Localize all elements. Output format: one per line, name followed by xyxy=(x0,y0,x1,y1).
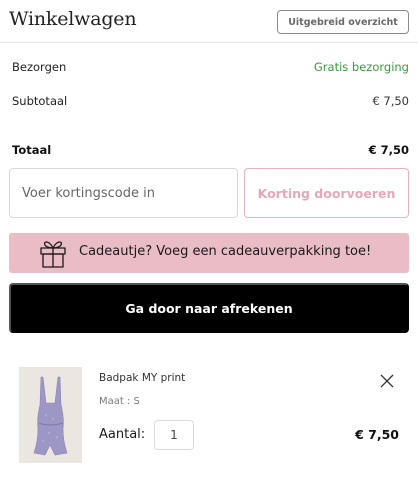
extended-overview-button[interactable]: Uitgebreid overzicht xyxy=(277,10,409,34)
delivery-label: Bezorgen xyxy=(12,60,67,74)
item-price: € 7,50 xyxy=(355,427,399,442)
total-row: Totaal € 7,50 xyxy=(12,143,409,157)
subtotal-label: Subtotaal xyxy=(12,94,68,108)
cart-header: Winkelwagen Uitgebreid overzicht xyxy=(0,0,418,43)
apply-discount-button[interactable]: Korting doorvoeren xyxy=(244,168,409,218)
gift-icon xyxy=(39,238,67,268)
page-title: Winkelwagen xyxy=(9,8,137,30)
delivery-value: Gratis bezorging xyxy=(313,60,409,74)
product-name[interactable]: Badpak MY print xyxy=(99,372,185,384)
gift-wrap-text: Cadeautje? Voeg een cadeauverpakking toe… xyxy=(79,244,372,259)
product-image[interactable] xyxy=(19,367,82,463)
subtotal-row: Subtotaal € 7,50 xyxy=(12,94,409,108)
product-size: Maat : S xyxy=(99,396,140,407)
delivery-row: Bezorgen Gratis bezorging xyxy=(12,60,409,74)
close-icon[interactable] xyxy=(378,372,396,390)
cart-item: Badpak MY print Maat : S Aantal: € 7,50 xyxy=(0,360,418,470)
total-value: € 7,50 xyxy=(368,143,409,157)
quantity-input[interactable] xyxy=(154,420,194,450)
quantity-label: Aantal: xyxy=(99,427,146,442)
subtotal-value: € 7,50 xyxy=(372,94,409,108)
gift-wrap-banner[interactable]: Cadeautje? Voeg een cadeauverpakking toe… xyxy=(9,233,409,273)
discount-code-input[interactable] xyxy=(9,168,238,218)
total-label: Totaal xyxy=(12,143,52,157)
checkout-button[interactable]: Ga door naar afrekenen xyxy=(9,283,409,333)
